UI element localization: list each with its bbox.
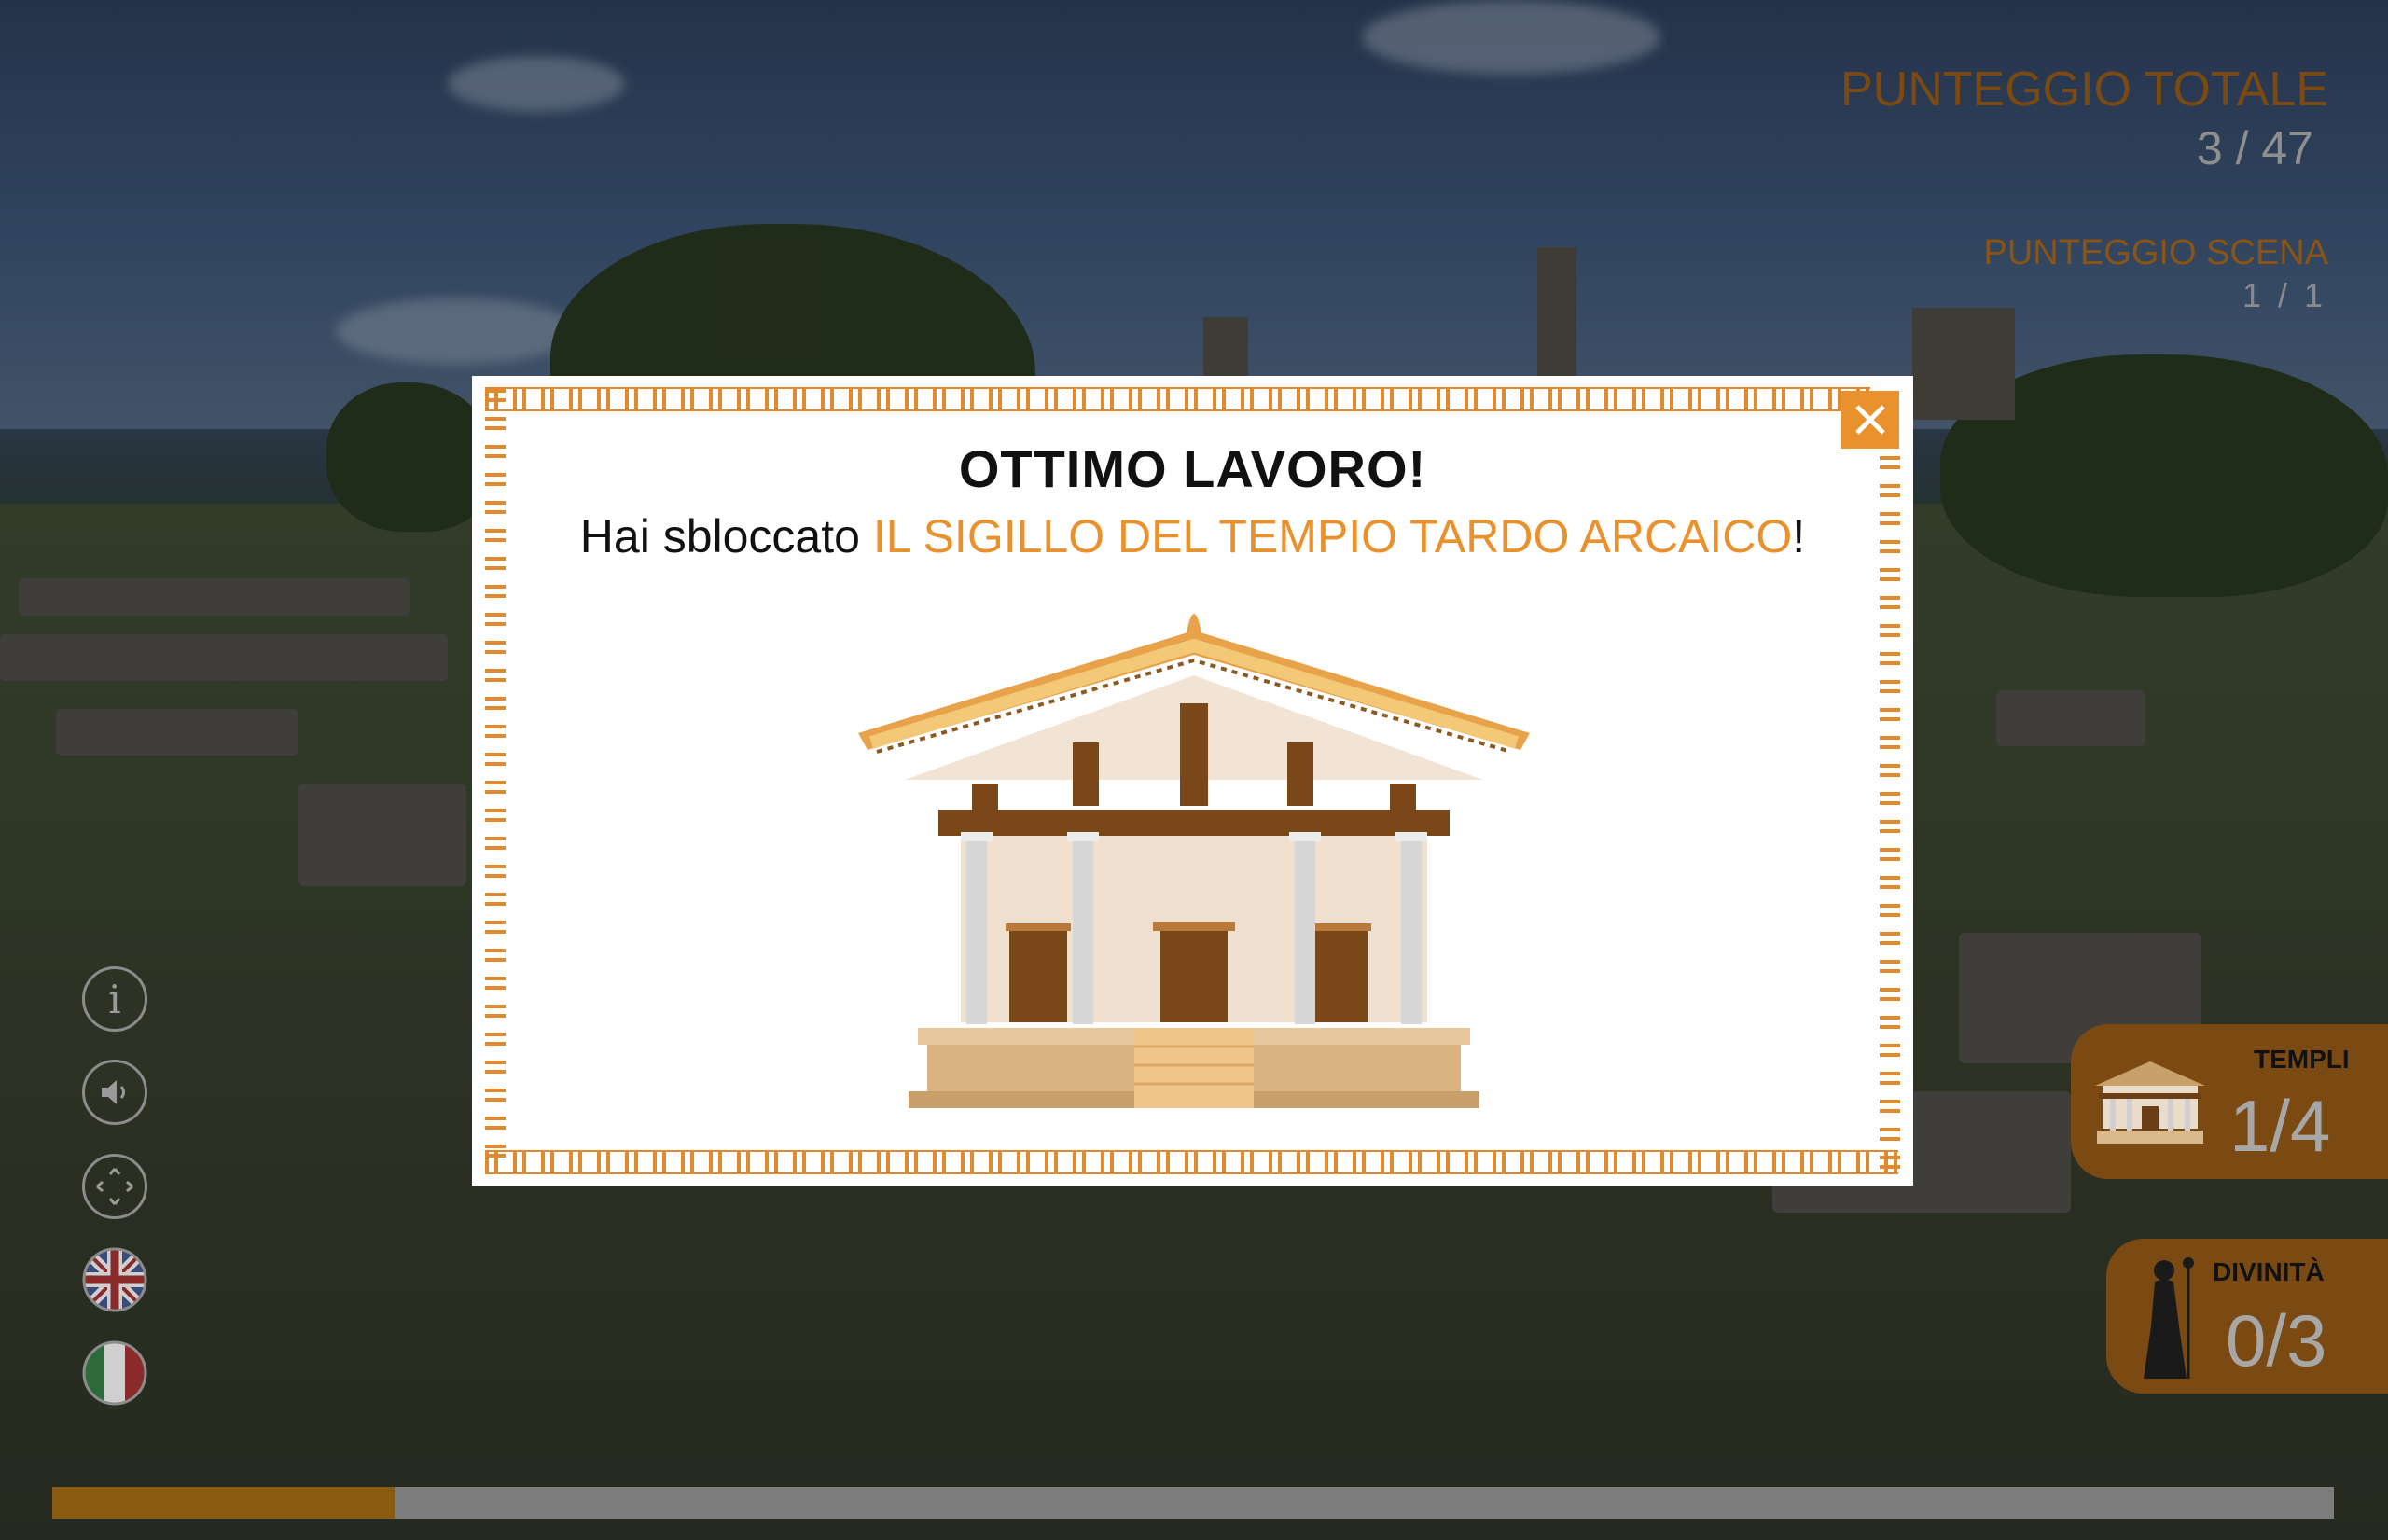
meander-border-top <box>485 389 1870 409</box>
temple-icon <box>2095 1061 2205 1144</box>
unlocked-item-name: IL SIGILLO DEL TEMPIO TARDO ARCAICO <box>872 510 1793 562</box>
meander-border-right <box>1880 456 1900 1172</box>
meander-border-bottom <box>485 1152 1898 1172</box>
total-score-title: PUNTEGGIO TOTALE <box>1840 62 2328 117</box>
divinita-value: 0/3 <box>2226 1299 2327 1381</box>
info-icon: i <box>108 976 121 1022</box>
meander-border-left <box>485 389 506 1172</box>
total-score-value: 3 / 47 <box>2196 122 2313 174</box>
italian-flag-icon <box>82 1340 147 1406</box>
modal-title: OTTIMO LAVORO! <box>958 439 1427 498</box>
templi-label: TEMPLI <box>2254 1045 2350 1074</box>
border-line <box>485 1172 1898 1174</box>
close-icon <box>1855 405 1885 435</box>
move-button[interactable] <box>82 1154 147 1219</box>
border-line <box>485 387 1870 389</box>
italian-language-button[interactable] <box>82 1340 147 1406</box>
templi-value: 1/4 <box>2229 1085 2331 1167</box>
audio-button[interactable] <box>82 1060 147 1125</box>
progress-bar <box>52 1487 2334 1519</box>
progress-fill <box>52 1487 395 1519</box>
scene-score-title: PUNTEGGIO SCENA <box>1983 233 2329 272</box>
border-line <box>485 1150 1898 1152</box>
border-line <box>485 409 1870 411</box>
audio-icon <box>102 1080 125 1104</box>
english-flag-icon <box>82 1247 147 1312</box>
move-icon <box>96 1168 133 1205</box>
english-language-button[interactable] <box>82 1247 147 1312</box>
modal-subtitle-prefix: Hai sbloccato <box>579 510 873 562</box>
divinita-counter[interactable]: DIVINITÀ 0/3 <box>2106 1239 2388 1394</box>
deity-icon <box>2144 1257 2194 1379</box>
modal-subtitle-suffix: ! <box>1792 510 1806 562</box>
divinita-label: DIVINITÀ <box>2213 1257 2325 1286</box>
templi-counter[interactable]: TEMPLI 1/4 <box>2071 1024 2388 1179</box>
info-button[interactable]: i <box>82 966 147 1032</box>
modal-subtitle: Hai sbloccato IL SIGILLO DEL TEMPIO TARD… <box>472 509 1913 563</box>
scene-score-value: 1 / 1 <box>2242 276 2326 314</box>
temple-illustration <box>858 614 1530 1108</box>
